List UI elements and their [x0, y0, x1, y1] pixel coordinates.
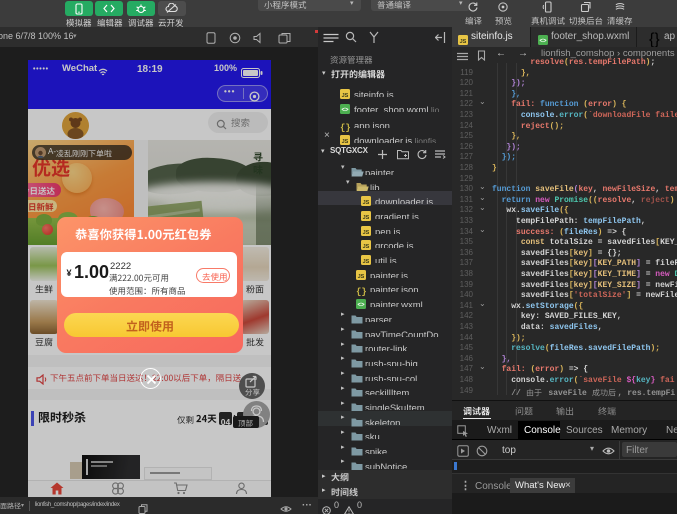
- svg-text:JS: JS: [363, 200, 370, 206]
- svg-text:JS: JS: [363, 244, 370, 250]
- svg-text:JS: JS: [358, 273, 365, 279]
- svg-text:<>: <>: [341, 108, 349, 114]
- svg-text:JS: JS: [363, 229, 370, 235]
- svg-text:<>: <>: [357, 303, 365, 309]
- svg-text:JS: JS: [363, 215, 370, 221]
- svg-text:JS: JS: [460, 39, 467, 45]
- svg-text:JS: JS: [363, 259, 370, 265]
- svg-text:JS: JS: [342, 93, 349, 99]
- svg-text:JS: JS: [342, 139, 349, 145]
- svg-text:<>: <>: [539, 39, 547, 45]
